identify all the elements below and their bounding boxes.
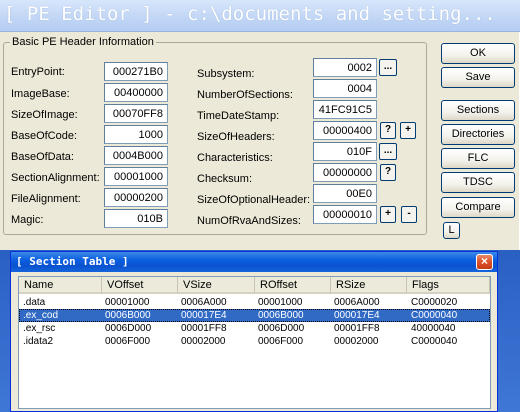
- label-subsystem: Subsystem:: [197, 68, 255, 80]
- close-button[interactable]: ×: [476, 254, 493, 270]
- cell-flags: C0000020: [411, 297, 458, 308]
- cell-vsize: 0006A000: [181, 297, 227, 308]
- characteristics-browse-button[interactable]: ...: [379, 143, 397, 160]
- label-entrypoint: EntryPoint:: [11, 66, 65, 78]
- table-row[interactable]: .idata2 0006F000 00002000 0006F000 00002…: [19, 335, 490, 348]
- filealignment-field[interactable]: 00000200: [104, 188, 168, 207]
- table-row[interactable]: .data 00001000 0006A000 00001000 0006A00…: [19, 296, 490, 309]
- window-title: [ PE Editor ] - c:\documents and setting…: [4, 3, 496, 25]
- numberofsections-field[interactable]: 0004: [313, 79, 377, 98]
- cell-name: .idata2: [23, 336, 54, 347]
- cell-voffset: 00001000: [105, 297, 150, 308]
- sizeofoptionalheader-field[interactable]: 00E0: [313, 184, 377, 203]
- column-header-name[interactable]: Name: [19, 277, 102, 294]
- cell-vsize: 000017E4: [181, 310, 227, 321]
- label-imagebase: ImageBase:: [11, 88, 70, 100]
- characteristics-field[interactable]: 010F: [313, 142, 377, 161]
- section-table-window: [ Section Table ] × Name VOffset VSize R…: [10, 251, 498, 412]
- checksum-field[interactable]: 00000000: [313, 163, 377, 182]
- entrypoint-field[interactable]: 000271B0: [104, 62, 168, 81]
- label-magic: Magic:: [11, 214, 44, 226]
- cell-rsize: 00002000: [334, 336, 379, 347]
- sizeofheaders-help-button[interactable]: ?: [380, 122, 396, 139]
- group-label: Basic PE Header Information: [10, 36, 156, 48]
- cell-rsize: 0006A000: [334, 297, 380, 308]
- ok-button[interactable]: OK: [441, 43, 515, 64]
- cell-flags: C0000040: [411, 310, 458, 321]
- label-filealignment: FileAlignment:: [11, 193, 81, 205]
- cell-voffset: 0006B000: [105, 310, 151, 321]
- column-header-vsize[interactable]: VSize: [178, 277, 255, 294]
- pe-editor-window: [ PE Editor ] - c:\documents and setting…: [0, 0, 520, 250]
- label-numofrvaandsizes: NumOfRvaAndSizes:: [197, 215, 301, 227]
- save-button[interactable]: Save: [441, 67, 515, 88]
- sizeofheaders-plus-button[interactable]: +: [400, 122, 416, 139]
- cell-name: .ex_cod: [23, 310, 59, 321]
- label-sectionalignment: SectionAlignment:: [11, 172, 100, 184]
- checksum-help-button[interactable]: ?: [380, 164, 396, 181]
- section-list[interactable]: Name VOffset VSize ROffset RSize Flags .…: [18, 276, 491, 409]
- cell-name: .data: [23, 297, 46, 308]
- column-header-voffset[interactable]: VOffset: [102, 277, 178, 294]
- cell-voffset: 0006F000: [105, 336, 151, 347]
- pe-editor-titlebar[interactable]: [ PE Editor ] - c:\documents and setting…: [0, 0, 520, 32]
- sectionalignment-field[interactable]: 00001000: [104, 167, 168, 186]
- compare-button[interactable]: Compare: [441, 197, 515, 218]
- l-button[interactable]: L: [443, 222, 460, 239]
- numofrva-minus-button[interactable]: -: [401, 206, 417, 223]
- cell-roffset: 00001000: [258, 297, 303, 308]
- numofrvaandsizes-field[interactable]: 00000010: [313, 205, 377, 224]
- sections-button[interactable]: Sections: [441, 100, 515, 121]
- baseofcode-field[interactable]: 1000: [104, 125, 168, 144]
- close-icon: ×: [480, 254, 488, 268]
- tdsc-button[interactable]: TDSC: [441, 172, 515, 193]
- cell-roffset: 0006B000: [258, 310, 304, 321]
- label-baseofdata: BaseOfData:: [11, 151, 74, 163]
- subsystem-browse-button[interactable]: ...: [379, 59, 397, 76]
- section-table-titlebar[interactable]: [ Section Table ] ×: [11, 252, 497, 272]
- cell-rsize: 00001FF8: [334, 323, 380, 334]
- sizeofheaders-field[interactable]: 00000400: [313, 121, 377, 140]
- subsystem-field[interactable]: 0002: [313, 58, 377, 77]
- numofrva-plus-button[interactable]: +: [380, 206, 396, 223]
- table-row[interactable]: .ex_rsc 0006D000 00001FF8 0006D000 00001…: [19, 322, 490, 335]
- baseofdata-field[interactable]: 0004B000: [104, 146, 168, 165]
- label-sizeofoptionalheader: SizeOfOptionalHeader:: [197, 194, 311, 206]
- label-checksum: Checksum:: [197, 173, 253, 185]
- cell-flags: C0000040: [411, 336, 458, 347]
- cell-rsize: 000017E4: [334, 310, 380, 321]
- label-sizeofimage: SizeOfImage:: [11, 109, 78, 121]
- cell-roffset: 0006D000: [258, 323, 305, 334]
- column-header-roffset[interactable]: ROffset: [255, 277, 331, 294]
- column-header-rsize[interactable]: RSize: [331, 277, 407, 294]
- section-list-header: Name VOffset VSize ROffset RSize Flags: [19, 277, 490, 294]
- magic-field[interactable]: 010B: [104, 209, 168, 228]
- label-timedatestamp: TimeDateStamp:: [197, 110, 280, 122]
- label-characteristics: Characteristics:: [197, 152, 273, 164]
- cell-flags: 40000040: [411, 323, 456, 334]
- imagebase-field[interactable]: 00400000: [104, 83, 168, 102]
- timedatestamp-field[interactable]: 41FC91C5: [313, 100, 377, 119]
- label-baseofcode: BaseOfCode:: [11, 130, 78, 142]
- cell-roffset: 0006F000: [258, 336, 304, 347]
- sizeofimage-field[interactable]: 00070FF8: [104, 104, 168, 123]
- cell-vsize: 00001FF8: [181, 323, 227, 334]
- cell-voffset: 0006D000: [105, 323, 152, 334]
- column-header-flags[interactable]: Flags: [407, 277, 490, 294]
- cell-name: .ex_rsc: [23, 323, 56, 334]
- label-numberofsections: NumberOfSections:: [197, 89, 293, 101]
- table-row-selected[interactable]: .ex_cod 0006B000 000017E4 0006B000 00001…: [19, 309, 490, 322]
- flc-button[interactable]: FLC: [441, 148, 515, 169]
- label-sizeofheaders: SizeOfHeaders:: [197, 131, 275, 143]
- directories-button[interactable]: Directories: [441, 124, 515, 145]
- section-table-title: [ Section Table ]: [16, 255, 129, 268]
- cell-vsize: 00002000: [181, 336, 226, 347]
